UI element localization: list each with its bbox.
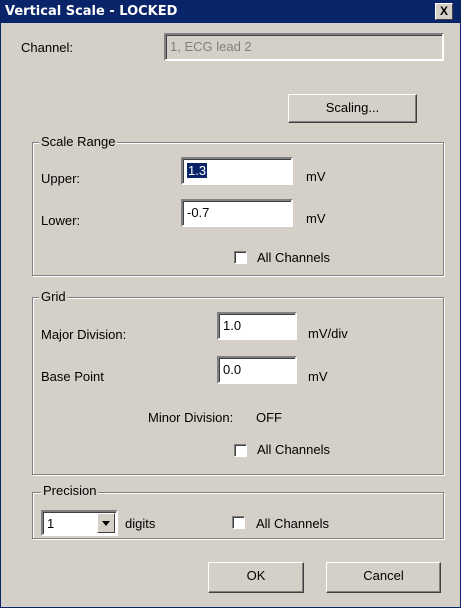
upper-value: 1.3 xyxy=(187,163,208,178)
scale-all-channels-checkbox[interactable] xyxy=(234,251,247,264)
grid-title: Grid xyxy=(39,289,68,304)
major-division-unit: mV/div xyxy=(308,326,348,341)
precision-title: Precision xyxy=(41,483,99,498)
chevron-down-icon[interactable] xyxy=(97,513,115,533)
cancel-button-label: Cancel xyxy=(363,568,404,583)
cancel-button[interactable]: Cancel xyxy=(326,562,441,593)
lower-input[interactable]: -0.7 xyxy=(181,199,293,227)
precision-select[interactable]: 1 xyxy=(41,510,118,536)
vertical-scale-dialog: Vertical Scale - LOCKED X Channel: 1, EC… xyxy=(0,0,461,608)
channel-label: Channel: xyxy=(21,40,74,55)
precision-all-channels-checkbox[interactable] xyxy=(232,516,245,529)
lower-value: -0.7 xyxy=(187,205,210,220)
close-icon: X xyxy=(439,4,448,18)
channel-value: 1, ECG lead 2 xyxy=(170,39,252,54)
major-division-value: 1.0 xyxy=(223,318,242,333)
upper-unit: mV xyxy=(306,169,326,184)
base-point-label: Base Point xyxy=(41,369,104,384)
window-title: Vertical Scale - LOCKED xyxy=(5,4,178,19)
base-point-unit: mV xyxy=(308,369,328,384)
title-bar: Vertical Scale - LOCKED X xyxy=(1,1,460,23)
major-division-label: Major Division: xyxy=(41,327,127,342)
precision-unit: digits xyxy=(125,516,156,531)
minor-division-value: OFF xyxy=(256,410,282,425)
upper-input[interactable]: 1.3 xyxy=(181,157,293,185)
channel-field: 1, ECG lead 2 xyxy=(164,33,444,61)
base-point-input[interactable]: 0.0 xyxy=(217,356,297,384)
scaling-button-label: Scaling... xyxy=(325,100,380,115)
grid-all-channels-checkbox[interactable] xyxy=(234,444,247,457)
minor-division-label: Minor Division: xyxy=(148,410,234,425)
ok-button[interactable]: OK xyxy=(208,562,304,593)
major-division-input[interactable]: 1.0 xyxy=(217,312,297,340)
precision-all-channels-label[interactable]: All Channels xyxy=(256,516,329,531)
grid-all-channels-label[interactable]: All Channels xyxy=(257,442,330,457)
ok-button-label: OK xyxy=(246,568,266,583)
scaling-button[interactable]: Scaling... xyxy=(288,94,417,123)
base-point-value: 0.0 xyxy=(223,362,242,377)
close-button[interactable]: X xyxy=(435,3,453,20)
scale-all-channels-label[interactable]: All Channels xyxy=(257,250,330,265)
upper-label: Upper: xyxy=(41,171,81,186)
lower-unit: mV xyxy=(306,211,326,226)
precision-value: 1 xyxy=(47,516,55,531)
scale-range-title: Scale Range xyxy=(39,134,118,149)
lower-label: Lower: xyxy=(41,213,81,228)
